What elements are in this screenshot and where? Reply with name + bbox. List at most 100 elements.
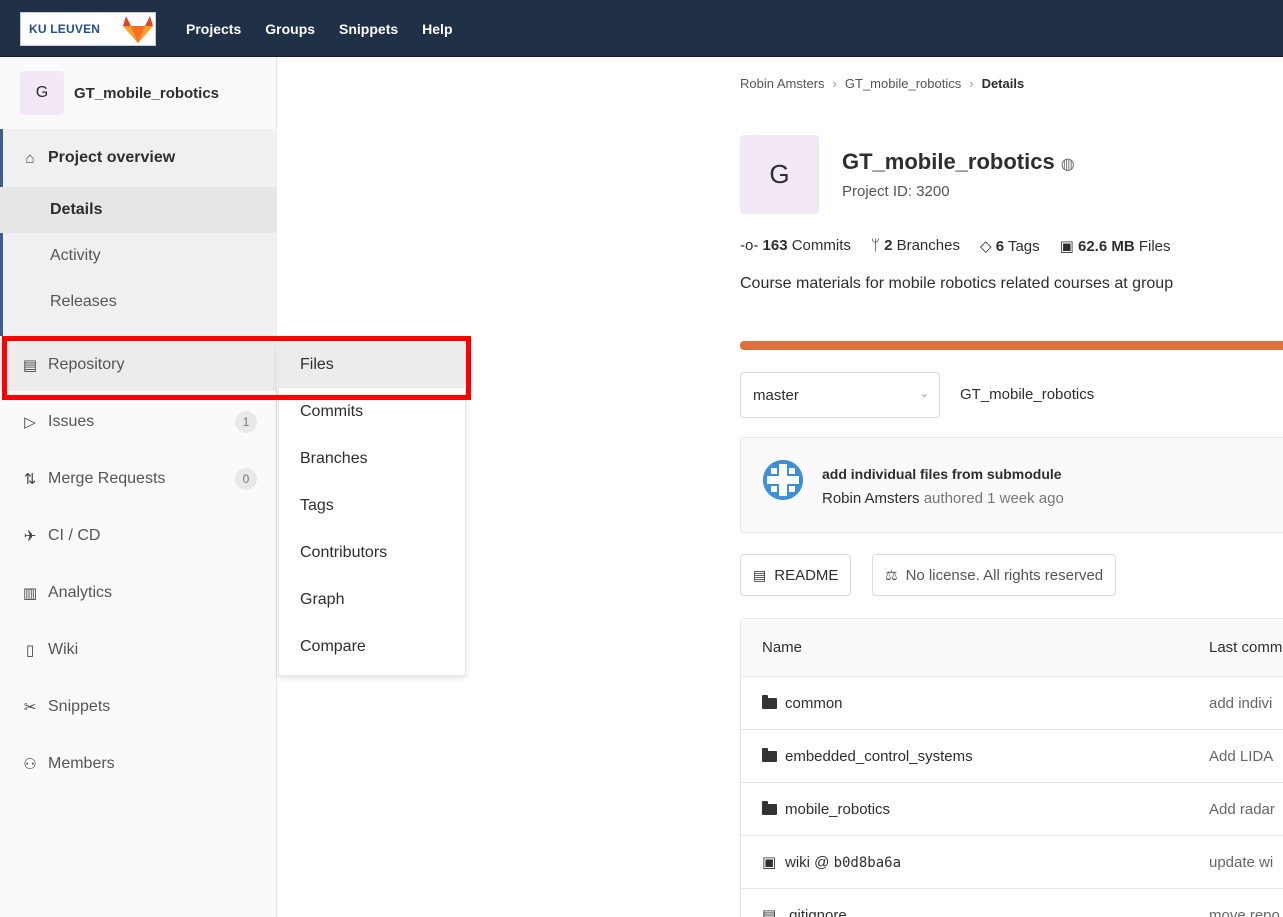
file-name[interactable]: wiki @ b0d8ba6a bbox=[785, 854, 901, 871]
commit-title[interactable]: add individual files from submodule bbox=[822, 466, 1062, 482]
commit-author[interactable]: Robin Amsters bbox=[822, 490, 920, 507]
project-id: Project ID: 3200 bbox=[842, 183, 950, 200]
flyout-item-compare[interactable]: Compare bbox=[279, 624, 467, 670]
table-row[interactable]: ▤ .gitignore move repo bbox=[741, 889, 1283, 917]
book-icon: ▯ bbox=[25, 642, 35, 659]
sidebar-item-label: Members bbox=[48, 755, 115, 772]
files-label: Files bbox=[1138, 238, 1171, 255]
ku-leuven-logo[interactable]: KU LEUVEN bbox=[20, 12, 156, 46]
chevron-right-icon: › bbox=[969, 76, 974, 91]
flyout-item-tags[interactable]: Tags bbox=[279, 483, 467, 529]
commits-stat[interactable]: -o- 163 Commits bbox=[740, 237, 851, 255]
nav-help[interactable]: Help bbox=[422, 21, 452, 37]
sidebar-item-wiki[interactable]: ▯ Wiki bbox=[0, 624, 277, 676]
table-row[interactable]: mobile_robotics Add radar bbox=[741, 783, 1283, 836]
nav-projects[interactable]: Projects bbox=[186, 21, 241, 37]
branch-selector[interactable]: master ⌄ bbox=[740, 372, 940, 418]
sidebar-item-label: Wiki bbox=[48, 641, 79, 658]
project-avatar-small: G bbox=[20, 71, 64, 115]
sidebar-item-label: Issues bbox=[48, 413, 95, 430]
table-row[interactable]: ▣ wiki @ b0d8ba6a update wi bbox=[741, 836, 1283, 889]
project-sidebar: G GT_mobile_robotics ⌂ Project overview … bbox=[0, 57, 277, 917]
main-content: Robin Amsters › GT_mobile_robotics › Details… bbox=[740, 57, 1283, 917]
tag-icon: ◇ bbox=[979, 238, 992, 255]
sidebar-item-analytics[interactable]: ▥ Analytics bbox=[0, 567, 277, 619]
last-commit-panel: add individual files from submodule Robi… bbox=[740, 437, 1283, 533]
chevron-right-icon: › bbox=[832, 76, 837, 91]
commits-label: Commits bbox=[791, 237, 851, 254]
nav-groups[interactable]: Groups bbox=[265, 21, 315, 37]
license-button[interactable]: ⚖ No license. All rights reserved bbox=[872, 554, 1117, 596]
files-size: 62.6 MB bbox=[1077, 238, 1135, 255]
breadcrumb-owner[interactable]: Robin Amsters bbox=[740, 76, 825, 91]
branches-label: Branches bbox=[896, 237, 960, 254]
branch-selector-value: master bbox=[753, 386, 799, 404]
highlight-box bbox=[2, 336, 471, 400]
sidebar-project-header[interactable]: G GT_mobile_robotics bbox=[0, 57, 277, 129]
commits-count: 163 bbox=[762, 237, 788, 254]
scissors-icon: ✂ bbox=[23, 699, 37, 716]
flyout-item-branches[interactable]: Branches bbox=[279, 436, 467, 482]
merge-requests-count-badge: 0 bbox=[235, 468, 257, 490]
globe-icon: ◍ bbox=[1060, 156, 1075, 173]
sidebar-item-label: Merge Requests bbox=[48, 470, 166, 487]
breadcrumb-project[interactable]: GT_mobile_robotics bbox=[845, 76, 961, 91]
submodule-prefix: wiki @ bbox=[785, 853, 834, 871]
file-name[interactable]: .gitignore bbox=[785, 907, 847, 917]
file-name[interactable]: embedded_control_systems bbox=[785, 748, 973, 765]
table-header: Name Last comm bbox=[741, 619, 1283, 677]
table-row[interactable]: embedded_control_systems Add LIDA bbox=[741, 730, 1283, 783]
submodule-icon: ▣ bbox=[762, 854, 777, 871]
branches-stat[interactable]: ᛘ 2 Branches bbox=[871, 237, 960, 255]
sidebar-project-name: GT_mobile_robotics bbox=[74, 84, 220, 102]
users-icon: ⚇ bbox=[23, 756, 37, 773]
top-navbar: KU LEUVEN Projects Groups Snippets Help bbox=[0, 0, 1283, 57]
project-avatar: G bbox=[740, 135, 819, 214]
sidebar-item-project-overview[interactable]: ⌂ Project overview bbox=[0, 129, 277, 187]
file-last-commit[interactable]: Add LIDA bbox=[1209, 730, 1273, 782]
sidebar-subitem-releases[interactable]: Releases bbox=[0, 279, 277, 325]
author-avatar[interactable] bbox=[763, 460, 803, 500]
file-name[interactable]: common bbox=[785, 695, 843, 712]
identicon-icon bbox=[763, 460, 803, 500]
sidebar-item-merge-requests[interactable]: ⇅ Merge Requests 0 bbox=[0, 453, 277, 505]
file-last-commit[interactable]: Add radar bbox=[1209, 783, 1275, 835]
project-overview-section: ⌂ Project overview Details Activity Rele… bbox=[0, 129, 277, 336]
tags-stat[interactable]: ◇ 6 Tags bbox=[980, 237, 1040, 255]
repository-path[interactable]: GT_mobile_robotics bbox=[960, 386, 1094, 403]
sidebar-subitem-activity[interactable]: Activity bbox=[0, 233, 277, 279]
readme-button[interactable]: ▤ README bbox=[740, 554, 852, 596]
file-name[interactable]: mobile_robotics bbox=[785, 801, 890, 818]
commit-icon: -o- bbox=[740, 237, 759, 254]
sidebar-item-snippets[interactable]: ✂ Snippets bbox=[0, 681, 277, 733]
sidebar-item-label: Analytics bbox=[48, 584, 113, 601]
file-last-commit[interactable]: move repo bbox=[1209, 889, 1280, 917]
folder-icon bbox=[762, 747, 777, 762]
scale-icon: ⚖ bbox=[885, 566, 898, 583]
file-last-commit[interactable]: update wi bbox=[1209, 836, 1273, 888]
readme-button-label: README bbox=[774, 566, 839, 584]
breadcrumb: Robin Amsters › GT_mobile_robotics › Details bbox=[740, 76, 1024, 91]
issues-count-badge: 1 bbox=[235, 411, 257, 433]
nav-snippets[interactable]: Snippets bbox=[339, 21, 398, 37]
submodule-hash: b0d8ba6a bbox=[833, 854, 901, 871]
files-stat[interactable]: ▣ 62.6 MB Files bbox=[1060, 237, 1171, 255]
issues-icon: ▷ bbox=[24, 414, 36, 431]
sidebar-item-members[interactable]: ⚇ Members bbox=[0, 738, 277, 790]
sidebar-item-label: Snippets bbox=[48, 698, 111, 715]
license-button-label: No license. All rights reserved bbox=[905, 566, 1104, 584]
tags-count: 6 bbox=[995, 238, 1005, 255]
file-tree-table: Name Last comm common add indivi embedde… bbox=[740, 618, 1283, 917]
breadcrumb-current[interactable]: Details bbox=[982, 76, 1025, 91]
page-title: GT_mobile_robotics bbox=[842, 149, 1055, 174]
tags-label: Tags bbox=[1007, 238, 1040, 255]
sidebar-item-ci-cd[interactable]: ✈ CI / CD bbox=[0, 510, 277, 562]
file-last-commit[interactable]: add indivi bbox=[1209, 677, 1272, 729]
sidebar-item-issues[interactable]: ▷ Issues 1 bbox=[0, 396, 277, 448]
flyout-item-contributors[interactable]: Contributors bbox=[279, 530, 467, 576]
file-icon: ▤ bbox=[762, 907, 777, 917]
flyout-item-graph[interactable]: Graph bbox=[279, 577, 467, 623]
table-row[interactable]: common add indivi bbox=[741, 677, 1283, 730]
gitlab-fox-icon bbox=[123, 16, 153, 43]
sidebar-subitem-details[interactable]: Details bbox=[0, 187, 277, 233]
